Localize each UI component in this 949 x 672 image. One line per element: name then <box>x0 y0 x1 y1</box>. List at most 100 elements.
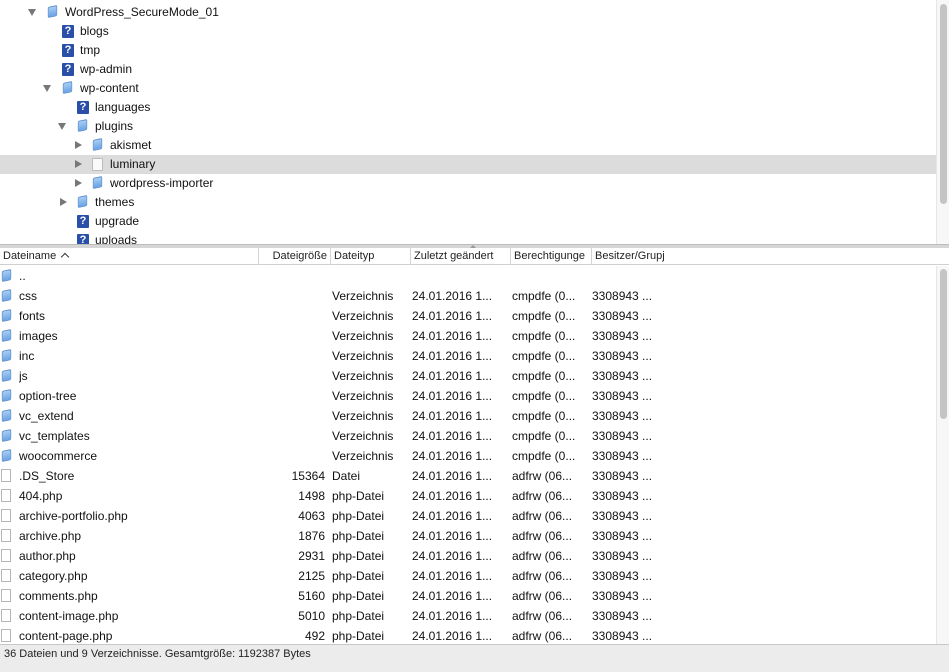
column-header-name[interactable]: Dateiname <box>0 248 259 265</box>
file-icon <box>1 489 11 502</box>
file-list-scrollbar[interactable] <box>936 266 949 644</box>
file-row[interactable]: 404.php 1498 php-Datei 24.01.2016 1... adfrw… <box>0 486 936 506</box>
file-name-cell: js <box>19 369 28 383</box>
file-row[interactable]: comments.php 5160 php-Datei 24.01.2016 1...… <box>0 586 936 606</box>
file-row-icon <box>1 449 13 462</box>
file-row[interactable]: category.php 2125 php-Datei 24.01.2016 1...… <box>0 566 936 586</box>
disclosure-expanded-icon[interactable] <box>42 79 52 98</box>
disclosure-expanded-icon[interactable] <box>27 3 37 22</box>
column-header-owner[interactable]: Besitzer/Grupj <box>592 248 672 265</box>
column-header-permissions[interactable]: Berechtigunge <box>511 248 592 265</box>
tree-item[interactable]: themes <box>0 193 936 212</box>
column-header-size[interactable]: Dateigröße <box>259 248 331 265</box>
file-row[interactable]: inc Verzeichnis 24.01.2016 1... cmpdfe (0..… <box>0 346 936 366</box>
column-header-type[interactable]: Dateityp <box>331 248 411 265</box>
file-row-icon <box>1 309 13 322</box>
file-row[interactable]: .DS_Store 15364 Datei 24.01.2016 1... adfrw … <box>0 466 936 486</box>
file-permissions-cell: cmpdfe (0... <box>512 309 576 323</box>
file-row[interactable]: archive.php 1876 php-Datei 24.01.2016 1... a… <box>0 526 936 546</box>
tree-item[interactable]: WordPress_SecureMode_01 <box>0 3 936 22</box>
file-row-icon <box>1 529 13 542</box>
tree-item-icon <box>47 5 59 18</box>
tree-item-icon <box>77 195 89 208</box>
file-name-cell: comments.php <box>19 589 98 603</box>
file-row[interactable]: content-image.php 5010 php-Datei 24.01.2016… <box>0 606 936 626</box>
remote-file-list[interactable]: .. css Verzeichnis 24.01.2016 1... cmpdfe (0… <box>0 266 936 644</box>
tree-item-label: blogs <box>80 24 109 38</box>
tree-item[interactable]: ? upgrade <box>0 212 936 231</box>
tree-item[interactable]: plugins <box>0 117 936 136</box>
tree-item-label: uploads <box>95 233 138 244</box>
file-row[interactable]: fonts Verzeichnis 24.01.2016 1... cmpdfe (0… <box>0 306 936 326</box>
tree-item-icon <box>92 158 104 171</box>
file-type-cell: Verzeichnis <box>332 349 394 363</box>
file-size-cell: 15364 <box>291 469 325 483</box>
tree-item[interactable]: ? blogs <box>0 22 936 41</box>
file-size-cell: 2931 <box>298 549 325 563</box>
file-list-scrollbar-thumb[interactable] <box>940 269 947 419</box>
file-modified-cell: 24.01.2016 1... <box>412 349 493 363</box>
file-row[interactable]: author.php 2931 php-Datei 24.01.2016 1... ad… <box>0 546 936 566</box>
unknown-folder-icon: ? <box>77 215 89 228</box>
file-owner-cell: 3308943 ... <box>592 289 653 303</box>
tree-item[interactable]: ? uploads <box>0 231 936 244</box>
file-modified-cell: 24.01.2016 1... <box>412 489 493 503</box>
file-name-cell: 404.php <box>19 489 63 503</box>
tree-item[interactable]: ? languages <box>0 98 936 117</box>
remote-directory-tree[interactable]: WordPress_SecureMode_01? blogs? tmp? wp-adm… <box>0 0 949 244</box>
disclosure-collapsed-icon[interactable] <box>58 193 68 212</box>
file-type-cell <box>332 266 410 286</box>
tree-item-icon <box>92 176 104 189</box>
file-size-cell <box>258 326 325 346</box>
column-header-modified[interactable]: Zuletzt geändert <box>411 248 511 265</box>
unknown-folder-icon: ? <box>62 44 74 57</box>
tree-item-icon <box>77 119 89 132</box>
folder-icon <box>1 429 12 442</box>
tree-item-label: plugins <box>95 119 134 133</box>
file-row[interactable]: vc_extend Verzeichnis 24.01.2016 1... cmpdf… <box>0 406 936 426</box>
folder-icon <box>47 5 58 18</box>
file-permissions-cell: adfrw (06... <box>512 509 573 523</box>
file-type-cell: Verzeichnis <box>332 429 394 443</box>
file-row[interactable]: content-page.php 492 php-Datei 24.01.2016 1… <box>0 626 936 644</box>
file-row-icon <box>1 629 13 642</box>
file-permissions-cell: adfrw (06... <box>512 549 573 563</box>
file-row-icon <box>1 569 13 582</box>
tree-item[interactable]: akismet <box>0 136 936 155</box>
tree-item[interactable]: ? wp-admin <box>0 60 936 79</box>
disclosure-collapsed-icon[interactable] <box>73 174 83 193</box>
tree-item[interactable]: luminary <box>0 155 936 174</box>
tree-item[interactable]: wordpress-importer <box>0 174 936 193</box>
status-bar: 36 Dateien und 9 Verzeichnisse. Gesamtgr… <box>0 644 949 672</box>
tree-item-icon: ? <box>77 234 89 244</box>
folder-icon <box>62 81 73 94</box>
file-row[interactable]: images Verzeichnis 24.01.2016 1... cmpdfe (… <box>0 326 936 346</box>
tree-scrollbar[interactable] <box>936 0 949 244</box>
file-size-cell <box>258 306 325 326</box>
disclosure-collapsed-icon[interactable] <box>73 136 83 155</box>
folder-icon <box>1 389 12 402</box>
file-permissions-cell: adfrw (06... <box>512 589 573 603</box>
file-row[interactable]: vc_templates Verzeichnis 24.01.2016 1... cm… <box>0 426 936 446</box>
tree-item[interactable]: wp-content <box>0 79 936 98</box>
file-type-cell: php-Datei <box>332 609 385 623</box>
file-row[interactable]: archive-portfolio.php 4063 php-Datei 24.01.… <box>0 506 936 526</box>
open-folder-icon <box>92 158 103 171</box>
tree-item-label: akismet <box>110 138 152 152</box>
file-row[interactable]: option-tree Verzeichnis 24.01.2016 1... cmp… <box>0 386 936 406</box>
tree-item-label: wp-admin <box>80 62 133 76</box>
file-row[interactable]: js Verzeichnis 24.01.2016 1... cmpdfe (0...… <box>0 366 936 386</box>
file-row-icon <box>1 289 13 302</box>
file-name-cell: css <box>19 289 37 303</box>
file-modified-cell: 24.01.2016 1... <box>412 409 493 423</box>
file-row[interactable]: woocommerce Verzeichnis 24.01.2016 1... cmp… <box>0 446 936 466</box>
file-icon <box>1 629 11 642</box>
disclosure-collapsed-icon[interactable] <box>73 155 83 174</box>
file-row[interactable]: css Verzeichnis 24.01.2016 1... cmpdfe (0..… <box>0 286 936 306</box>
file-row[interactable]: .. <box>0 266 936 286</box>
file-type-cell: php-Datei <box>332 529 385 543</box>
disclosure-expanded-icon[interactable] <box>57 117 67 136</box>
file-icon <box>1 509 11 522</box>
tree-item[interactable]: ? tmp <box>0 41 936 60</box>
tree-scrollbar-thumb[interactable] <box>940 4 947 204</box>
